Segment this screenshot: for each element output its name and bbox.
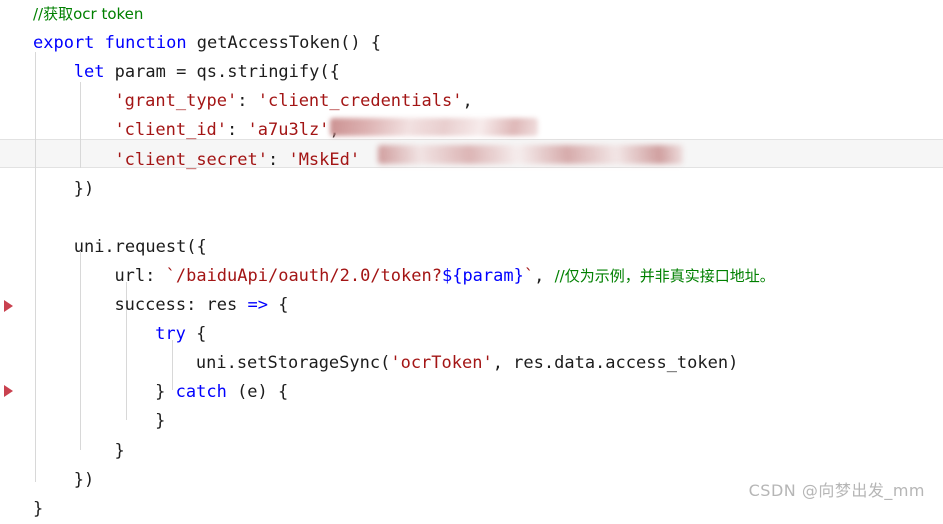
code-token-string: 'Ms xyxy=(288,149,320,170)
code-token-plain: } xyxy=(155,382,176,403)
code-token-keyword: try xyxy=(155,324,186,345)
code-token-string: 'ocrToken' xyxy=(390,353,493,374)
code-token-plain: } xyxy=(155,411,166,432)
code-line[interactable]: }) xyxy=(74,174,943,204)
code-token-plain: param = qs.stringify({ xyxy=(104,62,340,83)
code-line[interactable]: url: `/baiduApi/oauth/2.0/token?${param}… xyxy=(114,261,943,291)
code-token-string: 'client_secret' xyxy=(114,149,268,170)
code-line[interactable]: uni.request({ xyxy=(74,232,943,262)
code-line[interactable]: } catch (e) { xyxy=(155,377,943,407)
code-token-string: kEd' xyxy=(319,149,361,170)
code-token-plain: url: xyxy=(114,265,166,286)
code-token-keyword: function xyxy=(104,33,187,54)
code-line[interactable]: 'grant_type': 'client_credentials', xyxy=(114,86,943,116)
code-line[interactable]: } xyxy=(155,406,943,436)
code-line[interactable]: } xyxy=(114,436,943,466)
code-token-plain: { xyxy=(185,324,207,345)
code-token-string: 7u3lz' xyxy=(268,120,330,141)
code-token-plain: } xyxy=(33,498,44,519)
code-token-plain: getAccessToken() { xyxy=(186,33,382,54)
code-token-string: 'grant_type' xyxy=(114,91,238,112)
code-token-template-var: ${param} xyxy=(441,265,524,286)
code-line[interactable]: 'client_id': 'a7u3lz', xyxy=(114,115,943,145)
code-token-plain: , res.data.access_token) xyxy=(492,353,739,374)
code-token-keyword: catch xyxy=(175,382,227,403)
code-content[interactable]: //获取ocr token export function getAccessTo… xyxy=(0,0,943,519)
code-token-plain: , xyxy=(534,265,555,286)
code-token-template: `/baiduApi/oauth/2.0/token? xyxy=(165,265,442,286)
code-token-plain: }) xyxy=(73,178,95,199)
code-token-comment: //仅为示例，并非真实接口地址。 xyxy=(554,266,775,285)
code-token-string: 'client_credentials' xyxy=(257,91,463,112)
code-token-plain: success: res xyxy=(114,295,248,315)
code-token-keyword: export xyxy=(33,33,95,54)
code-token-plain: }) xyxy=(73,469,95,490)
code-token-keyword: let xyxy=(73,62,105,83)
code-token-string: 'client_id' xyxy=(114,120,228,141)
code-token-comment: //获取ocr token xyxy=(33,5,144,23)
csdn-watermark: CSDN @向梦出发_mm xyxy=(748,481,925,500)
code-token-plain: : xyxy=(237,91,258,112)
code-line[interactable]: success: res => { xyxy=(114,290,943,320)
code-token-plain: : xyxy=(267,149,289,170)
code-token-plain: uni.request({ xyxy=(73,236,207,257)
code-editor[interactable]: //获取ocr token export function getAccessTo… xyxy=(0,0,943,519)
code-token-plain: } xyxy=(114,440,125,461)
code-line[interactable]: //获取ocr token xyxy=(33,0,943,29)
code-token-plain: , xyxy=(462,91,473,112)
code-token-plain: (e) { xyxy=(226,382,289,403)
code-token-keyword: => xyxy=(247,295,268,315)
code-line[interactable]: 'client_secret': 'MskEd' xyxy=(114,145,943,175)
code-line[interactable] xyxy=(33,203,943,233)
code-token-plain: : xyxy=(227,120,248,141)
code-line[interactable]: export function getAccessToken() { xyxy=(33,28,943,58)
code-token-template: ` xyxy=(523,265,535,286)
code-token-plain: , xyxy=(329,120,340,141)
code-line[interactable]: uni.setStorageSync('ocrToken', res.data.… xyxy=(196,348,943,378)
code-line[interactable]: let param = qs.stringify({ xyxy=(74,57,943,87)
code-token-plain: { xyxy=(267,295,289,315)
code-token-plain: uni.setStorageSync( xyxy=(195,353,391,374)
code-token-string: 'a xyxy=(247,120,268,141)
code-line[interactable]: try { xyxy=(155,319,943,349)
